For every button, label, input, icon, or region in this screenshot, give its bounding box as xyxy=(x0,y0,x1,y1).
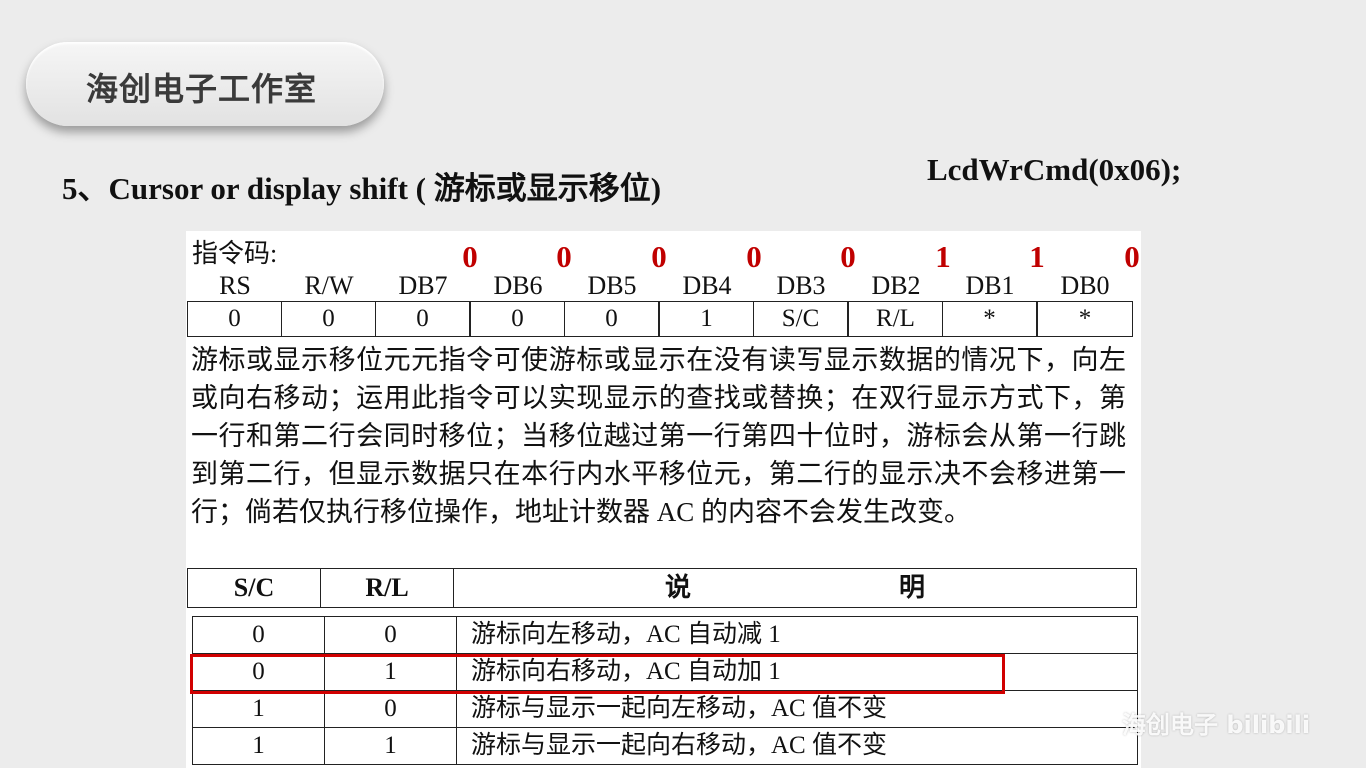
bit-value-db3: 0 xyxy=(840,239,856,274)
row4-sc: 1 xyxy=(192,727,325,765)
bit-cell-db5: 0 xyxy=(564,301,659,337)
bit-name-db3: DB3 xyxy=(776,271,826,300)
bit-name-db4: DB4 xyxy=(682,271,732,300)
opcode-label: 指令码: xyxy=(192,239,278,268)
row4-desc: 游标与显示一起向右移动，AC 值不变 xyxy=(456,727,1138,765)
bit-name-db5: DB5 xyxy=(587,271,637,300)
bit-name-db7: DB7 xyxy=(398,271,448,300)
header-sc: S/C xyxy=(187,568,321,608)
bit-cell-db2: R/L xyxy=(848,301,943,337)
bit-name-db6: DB6 xyxy=(493,271,543,300)
bit-name-rs: RS xyxy=(219,271,251,300)
row1-sc: 0 xyxy=(192,616,325,654)
bit-name-db2: DB2 xyxy=(871,271,921,300)
bit-cell-rw: 0 xyxy=(281,301,376,337)
row3-sc: 1 xyxy=(192,690,325,728)
section-title: 5、Cursor or display shift ( 游标或显示移位) xyxy=(62,171,662,206)
bit-name-rw: R/W xyxy=(304,271,354,300)
bit-value-db7: 0 xyxy=(462,239,478,274)
bit-cell-db7: 0 xyxy=(375,301,470,337)
brand-tab: 海创电子工作室 xyxy=(26,42,384,126)
bit-cell-db1: * xyxy=(942,301,1037,337)
command-code: LcdWrCmd(0x06); xyxy=(927,152,1182,187)
bit-name-db1: DB1 xyxy=(965,271,1015,300)
bit-value-db5: 0 xyxy=(651,239,667,274)
bit-value-db0: 0 xyxy=(1124,239,1140,274)
row1-rl: 0 xyxy=(324,616,457,654)
description-paragraph: 游标或显示移位元元指令可使游标或显示在没有读写显示数据的情况下，向左或向右移动；… xyxy=(191,345,1126,527)
bit-cell-db4: 1 xyxy=(659,301,754,337)
row4-rl: 1 xyxy=(324,727,457,765)
header-rl: R/L xyxy=(320,568,454,608)
bit-cell-rs: 0 xyxy=(187,301,282,337)
brand-title: 海创电子工作室 xyxy=(86,70,318,108)
bit-cell-db3: S/C xyxy=(753,301,848,337)
row1-desc: 游标向左移动，AC 自动减 1 xyxy=(456,616,1138,654)
bit-cell-db0: * xyxy=(1037,301,1133,337)
bit-value-db4: 0 xyxy=(746,239,762,274)
bit-cell-db6: 0 xyxy=(470,301,565,337)
watermark: 海创电子 bilibili xyxy=(1122,711,1311,739)
row3-desc: 游标与显示一起向左移动，AC 值不变 xyxy=(456,690,1138,728)
bit-value-db6: 0 xyxy=(556,239,572,274)
bit-value-db1: 1 xyxy=(1029,239,1045,274)
highlight-box xyxy=(190,654,1005,694)
bit-value-db2: 1 xyxy=(935,239,951,274)
bit-name-db0: DB0 xyxy=(1060,271,1110,300)
row3-rl: 0 xyxy=(324,690,457,728)
header-desc: 说 明 xyxy=(453,568,1137,608)
